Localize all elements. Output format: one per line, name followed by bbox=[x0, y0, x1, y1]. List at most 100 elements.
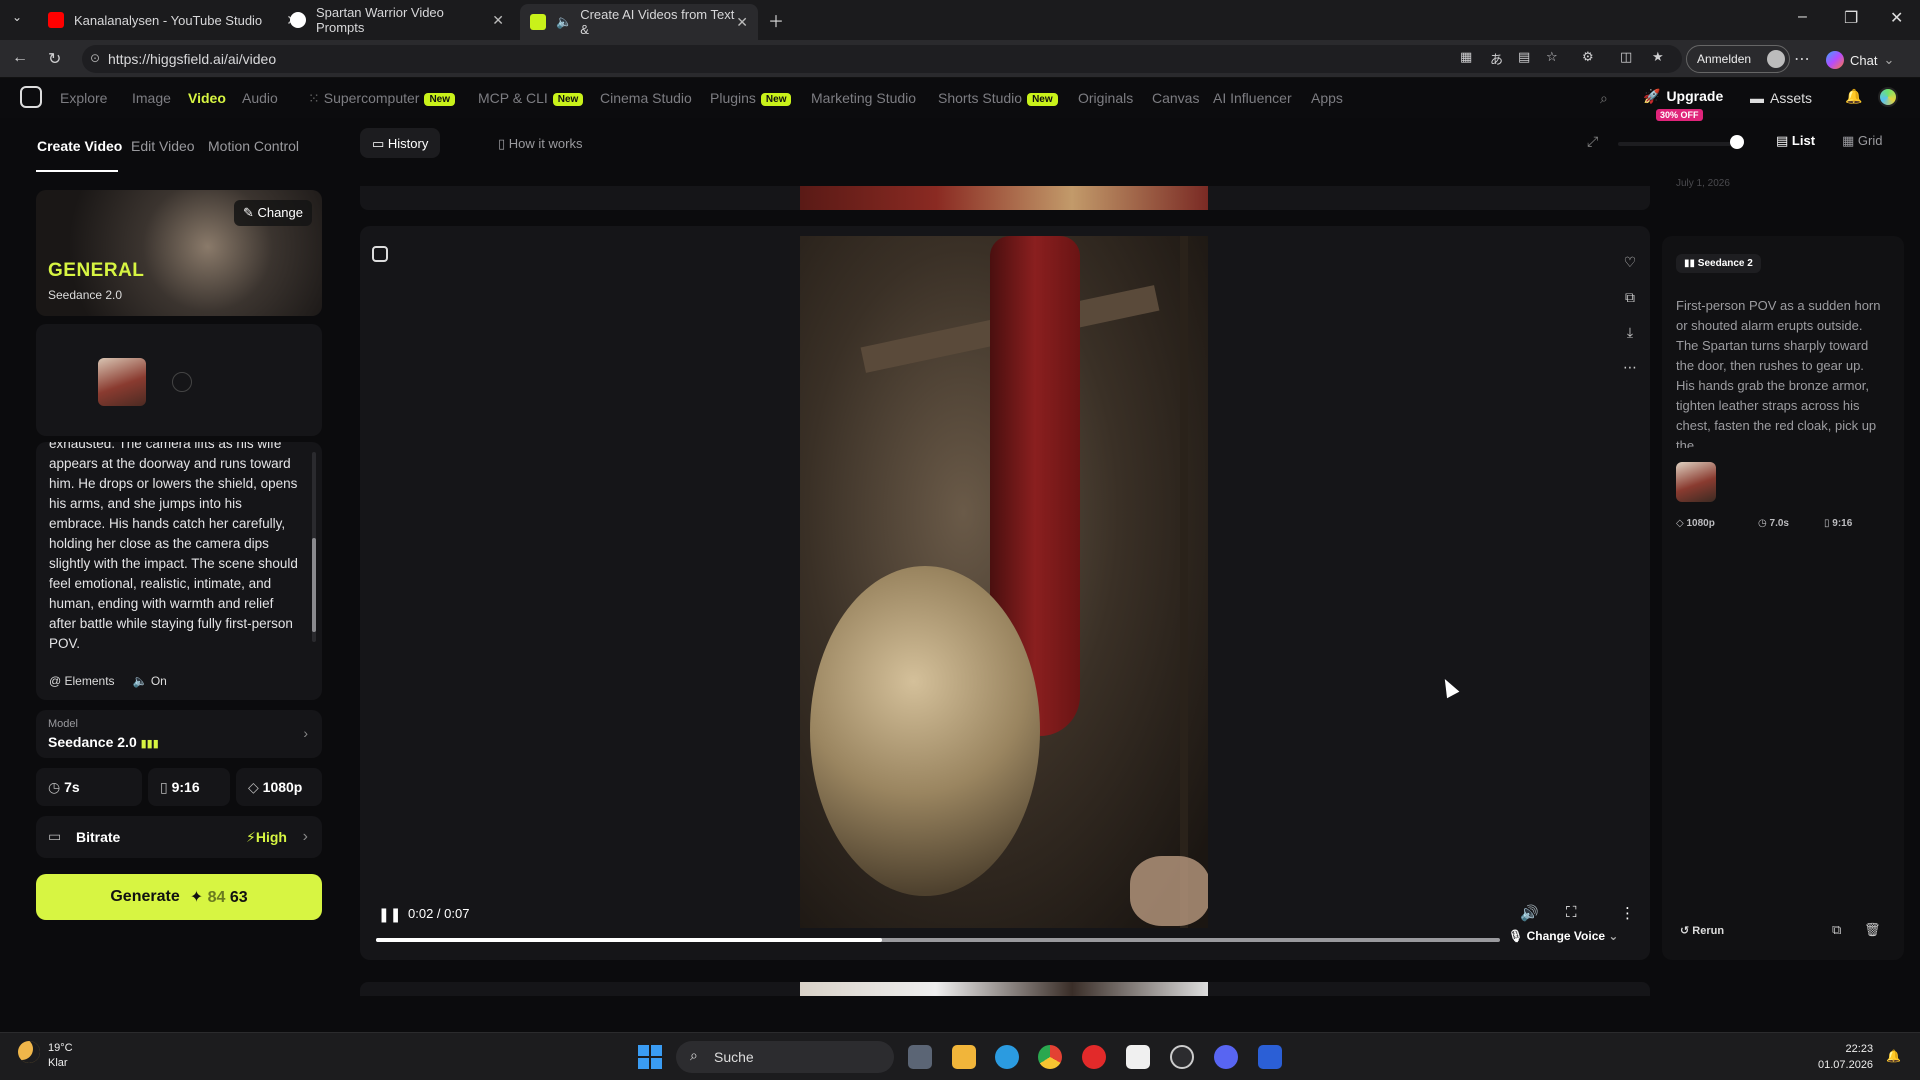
nav-cinema-studio[interactable]: Cinema Studio bbox=[600, 90, 692, 106]
elements-button[interactable]: @ Elements bbox=[49, 674, 115, 688]
rerun-button[interactable]: ↺ Rerun bbox=[1680, 924, 1724, 937]
tab-list-chevron-icon[interactable]: ⌄ bbox=[12, 10, 22, 24]
reader-icon[interactable]: ▦ bbox=[1460, 49, 1472, 65]
nav-audio[interactable]: Audio bbox=[242, 90, 278, 106]
generate-button[interactable]: Generate ✦ 84 63 bbox=[36, 874, 322, 920]
duration-selector[interactable]: ◷ 7s bbox=[36, 768, 142, 806]
opera-icon[interactable] bbox=[1082, 1045, 1106, 1069]
duplicate-icon[interactable]: ⧉ bbox=[1832, 922, 1841, 938]
upgrade-button[interactable]: 🚀 Upgrade bbox=[1643, 88, 1723, 105]
word-icon[interactable] bbox=[1258, 1045, 1282, 1069]
scrollbar-thumb[interactable] bbox=[312, 538, 316, 632]
nav-shorts-studio[interactable]: Shorts Studio New bbox=[938, 90, 1058, 106]
next-video-card[interactable] bbox=[360, 982, 1650, 996]
fullscreen-icon[interactable]: ⛶ bbox=[1566, 904, 1577, 921]
start-frame-thumbnail[interactable] bbox=[98, 358, 146, 406]
file-explorer-icon[interactable] bbox=[952, 1045, 976, 1069]
view-list-button[interactable]: ▤ List bbox=[1776, 133, 1815, 149]
tab-how-it-works[interactable]: ▯ How it works bbox=[486, 128, 594, 158]
tab-history[interactable]: ▭ History bbox=[360, 128, 441, 158]
reload-icon[interactable]: ↻ bbox=[48, 49, 61, 69]
tab-create-video[interactable]: Create Video bbox=[37, 138, 122, 154]
player-more-icon[interactable]: ⋮ bbox=[1620, 904, 1635, 922]
expand-icon[interactable]: ⤢ bbox=[1587, 133, 1598, 150]
more-menu-icon[interactable]: ⋯ bbox=[1794, 49, 1810, 69]
nav-mcp-cli[interactable]: MCP & CLI New bbox=[478, 90, 584, 106]
favorite-star-icon[interactable]: ☆ bbox=[1546, 49, 1558, 65]
video-frame[interactable] bbox=[800, 236, 1208, 928]
close-window-icon[interactable]: ✕ bbox=[1890, 8, 1903, 28]
profile-avatar[interactable] bbox=[1878, 87, 1898, 107]
copy-icon[interactable]: ⧉ bbox=[1622, 289, 1638, 306]
pause-icon[interactable]: ❚❚ bbox=[378, 906, 401, 923]
browser-tab-prompts[interactable]: Spartan Warrior Video Prompts ✕ bbox=[280, 5, 514, 35]
add-frame-button[interactable] bbox=[172, 372, 192, 392]
view-grid-button[interactable]: ▦ Grid bbox=[1842, 133, 1882, 149]
url-field[interactable]: ⊙ https://higgsfield.ai/ai/video bbox=[82, 45, 1682, 73]
chrome-icon[interactable] bbox=[1038, 1045, 1062, 1069]
close-tab-icon[interactable]: ✕ bbox=[736, 14, 748, 31]
minimize-icon[interactable]: – bbox=[1798, 8, 1807, 26]
select-checkbox[interactable] bbox=[372, 246, 388, 262]
nav-image[interactable]: Image bbox=[132, 90, 171, 106]
preset-card[interactable]: ✎ Change GENERAL Seedance 2.0 bbox=[36, 190, 322, 316]
sound-toggle[interactable]: 🔈 On bbox=[133, 674, 167, 688]
taskbar-search[interactable]: ⌕ Suche bbox=[676, 1041, 894, 1073]
resolution-selector[interactable]: ◇ 1080p bbox=[236, 768, 322, 806]
zoom-slider[interactable] bbox=[1618, 142, 1736, 146]
reference-thumbnail[interactable] bbox=[1676, 462, 1716, 502]
more-icon[interactable]: ⋯ bbox=[1622, 359, 1638, 376]
windows-start-icon[interactable] bbox=[638, 1045, 662, 1069]
immersive-reader-icon[interactable]: ▤ bbox=[1518, 49, 1530, 65]
task-view-icon[interactable] bbox=[908, 1045, 932, 1069]
zoom-slider-knob[interactable] bbox=[1730, 135, 1744, 149]
volume-icon[interactable]: 🔊 bbox=[1520, 904, 1539, 922]
steam-icon[interactable] bbox=[1170, 1045, 1194, 1069]
back-icon[interactable]: ← bbox=[12, 49, 28, 67]
tab-edit-video[interactable]: Edit Video bbox=[131, 138, 195, 154]
extensions-icon[interactable]: ⚙ bbox=[1582, 49, 1594, 65]
site-info-icon[interactable]: ⊙ bbox=[90, 51, 100, 65]
split-screen-icon[interactable]: ◫ bbox=[1620, 49, 1632, 65]
notifications-bell-icon[interactable]: 🔔 bbox=[1845, 88, 1862, 105]
prompt-scrollbar[interactable] bbox=[312, 452, 316, 642]
nav-ai-influencer[interactable]: AI Influencer bbox=[1213, 90, 1292, 106]
browser-tab-higgsfield[interactable]: 🔈 Create AI Videos from Text & ✕ bbox=[520, 4, 758, 40]
heart-icon[interactable]: ♡ bbox=[1622, 254, 1638, 271]
change-voice-button[interactable]: 🎙 Change Voice ⌄ bbox=[1508, 929, 1618, 943]
discord-icon[interactable] bbox=[1214, 1045, 1238, 1069]
translate-icon[interactable]: あ bbox=[1490, 49, 1503, 68]
edge-icon[interactable] bbox=[995, 1045, 1019, 1069]
capcut-icon[interactable] bbox=[1126, 1045, 1150, 1069]
new-tab-icon[interactable]: ＋ bbox=[768, 8, 784, 32]
notification-icon[interactable]: 🔔 bbox=[1886, 1049, 1901, 1063]
bitrate-selector[interactable]: ▭ Bitrate ⚡High › bbox=[36, 816, 322, 858]
nav-marketing-studio[interactable]: Marketing Studio bbox=[811, 90, 916, 106]
change-preset-button[interactable]: ✎ Change bbox=[233, 200, 312, 226]
nav-supercomputer[interactable]: ⁙ Supercomputer New bbox=[308, 90, 456, 107]
prompt-textarea[interactable]: exhausted. The camera lifts as his wife … bbox=[49, 442, 299, 654]
search-icon[interactable]: ⌕ bbox=[1600, 90, 1608, 107]
higgsfield-logo-icon[interactable] bbox=[20, 86, 42, 108]
tab-motion-control[interactable]: Motion Control bbox=[208, 138, 299, 154]
nav-video[interactable]: Video bbox=[188, 90, 226, 106]
browser-tab-youtube[interactable]: Kanalanalysen - YouTube Studio ✕ bbox=[38, 5, 308, 35]
nav-originals[interactable]: Originals bbox=[1078, 90, 1133, 106]
assets-button[interactable]: ▬ Assets bbox=[1750, 90, 1812, 106]
favorites-icon[interactable]: ★ bbox=[1652, 49, 1664, 65]
system-clock[interactable]: 22:23 01.07.2026 bbox=[1818, 1041, 1873, 1073]
nav-plugins[interactable]: Plugins New bbox=[710, 90, 792, 106]
weather-widget[interactable]: 19°C Klar bbox=[18, 1041, 73, 1071]
nav-explore[interactable]: Explore bbox=[60, 90, 107, 106]
download-icon[interactable]: ⤓ bbox=[1622, 324, 1638, 341]
nav-apps[interactable]: Apps bbox=[1311, 90, 1343, 106]
model-selector[interactable]: Model Seedance 2.0 ▮▮▮ › bbox=[36, 710, 322, 758]
aspect-selector[interactable]: ▯ 9:16 bbox=[148, 768, 230, 806]
generation-prompt[interactable]: First-person POV as a sudden horn or sho… bbox=[1676, 296, 1886, 448]
signin-button[interactable]: Anmelden bbox=[1686, 45, 1791, 73]
trash-icon[interactable]: 🗑 bbox=[1864, 922, 1881, 938]
previous-video-card[interactable] bbox=[360, 186, 1650, 210]
close-tab-icon[interactable]: ✕ bbox=[492, 12, 504, 29]
seek-bar[interactable] bbox=[376, 938, 1500, 942]
restore-icon[interactable]: ❐ bbox=[1844, 8, 1858, 28]
